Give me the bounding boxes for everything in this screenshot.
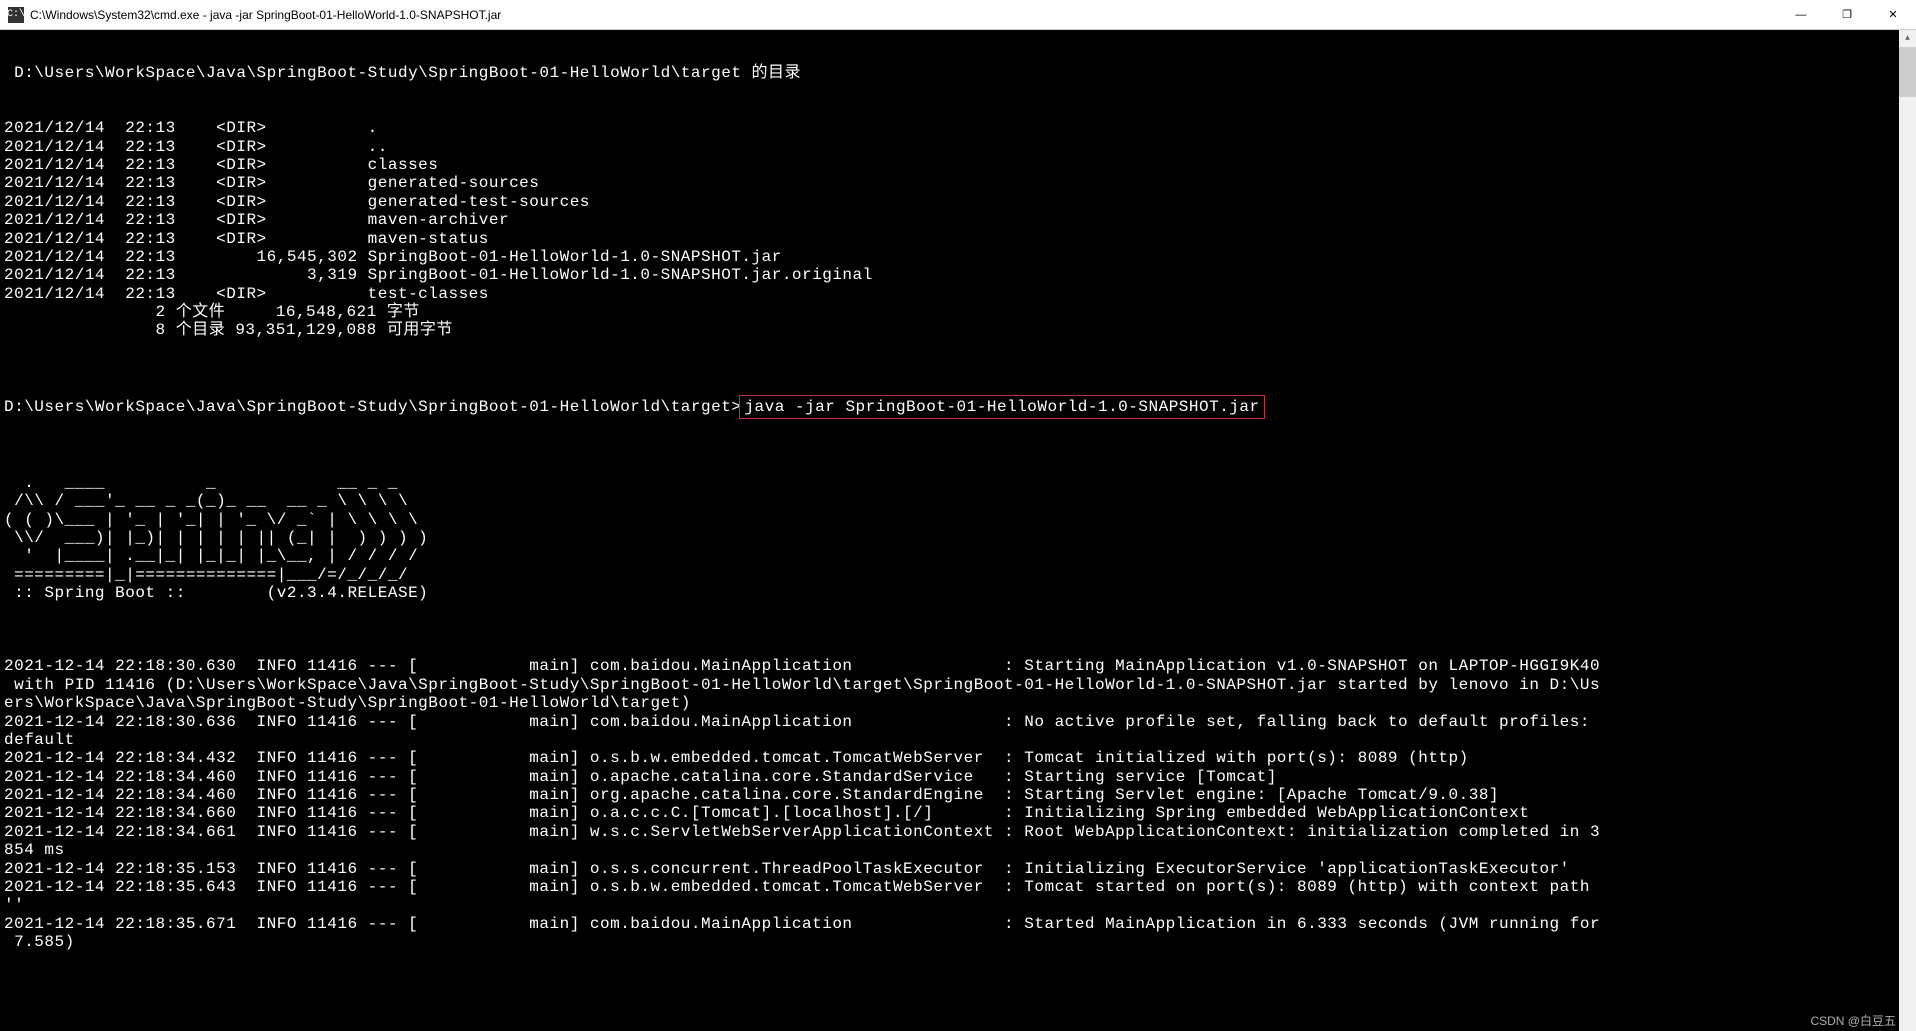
scrollbar-thumb[interactable] [1899, 47, 1916, 97]
watermark-text: CSDN @白豆五 [1810, 1012, 1896, 1029]
title-bar-left: C:\ C:\Windows\System32\cmd.exe - java -… [8, 7, 501, 23]
minimize-button[interactable]: — [1778, 0, 1824, 30]
window-title-bar: C:\ C:\Windows\System32\cmd.exe - java -… [0, 0, 1916, 30]
prompt-path: D:\Users\WorkSpace\Java\SpringBoot-Study… [4, 398, 741, 416]
maximize-button[interactable]: ❐ [1824, 0, 1870, 30]
directory-listing: 2021/12/14 22:13 <DIR> . 2021/12/14 22:1… [4, 119, 1912, 340]
terminal-output[interactable]: D:\Users\WorkSpace\Java\SpringBoot-Study… [0, 30, 1916, 1031]
cmd-icon: C:\ [8, 7, 24, 23]
window-title: C:\Windows\System32\cmd.exe - java -jar … [30, 8, 501, 22]
window-controls: — ❐ ✕ [1778, 0, 1916, 30]
spring-banner: . ____ _ __ _ _ /\\ / ___'_ __ _ _(_)_ _… [4, 474, 1912, 603]
directory-header: D:\Users\WorkSpace\Java\SpringBoot-Study… [4, 64, 1912, 82]
command-highlight: java -jar SpringBoot-01-HelloWorld-1.0-S… [739, 395, 1264, 419]
command-prompt-line: D:\Users\WorkSpace\Java\SpringBoot-Study… [4, 395, 1912, 419]
scrollbar-up-arrow-icon[interactable]: ▲ [1899, 30, 1916, 47]
close-button[interactable]: ✕ [1870, 0, 1916, 30]
vertical-scrollbar[interactable]: ▲ [1899, 30, 1916, 1031]
log-output: 2021-12-14 22:18:30.630 INFO 11416 --- [… [4, 657, 1912, 951]
